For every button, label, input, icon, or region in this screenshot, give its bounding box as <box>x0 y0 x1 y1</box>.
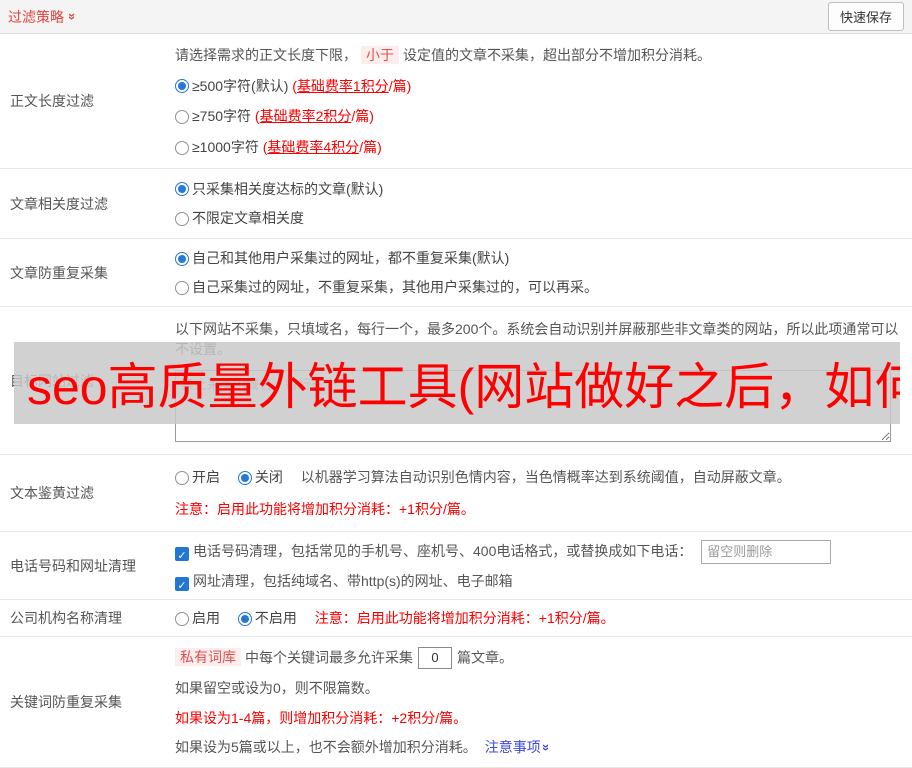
radio-checked-icon[interactable] <box>175 79 189 94</box>
radio-label: 不启用 <box>254 610 297 626</box>
fee-note: (基础费率1积分/篇) <box>288 77 412 94</box>
keyword-note-zero: 如果留空或设为0，则不限篇数。 <box>175 680 379 697</box>
radio-label: 关闭 <box>254 469 283 485</box>
row-label: 文章防重复采集 <box>10 264 108 281</box>
radio-option-500[interactable]: ≥500字符(默认) (基础费率1积分/篇) <box>175 76 902 96</box>
porn-description: 以机器学习算法自动识别色情内容，当色情概率达到系统阈值，自动屏蔽文章。 <box>300 469 791 485</box>
row-relevance-filter: 文章相关度过滤 只采集相关度达标的文章(默认) 不限定文章相关度 <box>0 169 912 239</box>
radio-option-dedup-self[interactable]: 自己采集过的网址，不重复采集，其他用户采集过的，可以再采。 <box>175 277 902 297</box>
radio-checked-icon[interactable] <box>237 611 252 626</box>
row-target-site-filter: 目标网站过滤 以下网站不采集，只填域名，每行一个，最多200个。系统会自动识别并… <box>0 307 912 455</box>
radio-label: 开启 <box>192 469 220 485</box>
checkbox-label: 电话号码清理，包括常见的手机号、座机号、400电话格式，或替换成如下电话： <box>193 543 693 560</box>
length-intro: 请选择需求的正文长度下限， 小于 设定值的文章不采集，超出部分不增加积分消耗。 <box>175 45 902 65</box>
page-title[interactable]: 过滤策略 » <box>8 7 81 27</box>
keyword-limit-suffix: 篇文章。 <box>457 649 513 666</box>
row-dedup-collection: 文章防重复采集 自己和其他用户采集过的网址，都不重复采集(默认) 自己采集过的网… <box>0 239 912 307</box>
radio-label: ≥1000字符 <box>192 139 259 156</box>
radio-checked-icon[interactable] <box>175 251 189 266</box>
blocked-domains-textarea[interactable] <box>175 370 891 443</box>
intro-post: 设定值的文章不采集，超出部分不增加积分消耗。 <box>403 46 711 63</box>
less-than-tag: 小于 <box>361 45 399 64</box>
radio-label: 自己和其他用户采集过的网址，都不重复采集(默认) <box>192 250 510 266</box>
checkbox-checked-icon[interactable] <box>175 576 189 591</box>
porn-cost-note: 注意：启用此功能将增加积分消耗：+1积分/篇。 <box>175 501 475 517</box>
row-label: 目标网站过滤 <box>10 372 94 389</box>
radio-label: 不限定文章相关度 <box>192 210 304 227</box>
checkbox-label: 网址清理，包括纯域名、带http(s)的网址、电子邮箱 <box>193 573 513 590</box>
replacement-phone-input[interactable] <box>701 539 832 564</box>
radio-option-750[interactable]: ≥750字符 (基础费率2积分/篇) <box>175 106 902 126</box>
radio-option-relevance-default[interactable]: 只采集相关度达标的文章(默认) <box>175 179 902 199</box>
fee-note: (基础费率4积分/篇) <box>258 139 382 156</box>
keyword-limit-text: 中每个关键词最多允许采集 <box>245 649 413 666</box>
url-cleanup-line: 网址清理，包括纯域名、带http(s)的网址、电子邮箱 <box>175 571 902 591</box>
company-options-line: 启用 不启用 注意：启用此功能将增加积分消耗：+1积分/篇。 <box>175 608 902 628</box>
row-porn-filter: 文本鉴黄过滤 开启 关闭 以机器学习算法自动识别色情内容，当色情概率达到系统阈值… <box>0 455 912 532</box>
checkbox-checked-icon[interactable] <box>175 546 189 561</box>
page-title-text: 过滤策略 <box>8 8 64 25</box>
keyword-limit-line: 私有词库中每个关键词最多允许采集 篇文章。 <box>175 646 902 669</box>
radio-icon[interactable] <box>175 611 189 626</box>
notice-link[interactable]: 注意事项» <box>484 739 554 756</box>
target-description: 以下网站不采集，只填域名，每行一个，最多200个。系统会自动识别并屏蔽那些非文章… <box>175 320 899 357</box>
radio-icon[interactable] <box>175 109 189 124</box>
radio-label: 启用 <box>192 610 220 626</box>
notice-link-text: 注意事项 <box>484 739 541 756</box>
row-label: 电话号码和网址清理 <box>10 557 136 574</box>
radio-label: 只采集相关度达标的文章(默认) <box>192 180 384 197</box>
radio-label: 自己采集过的网址，不重复采集，其他用户采集过的，可以再采。 <box>192 279 598 295</box>
radio-icon[interactable] <box>175 211 189 226</box>
radio-checked-icon[interactable] <box>175 182 189 197</box>
phone-cleanup-line: 电话号码清理，包括常见的手机号、座机号、400电话格式，或替换成如下电话： <box>175 539 902 564</box>
checkbox-option-phone[interactable]: 电话号码清理，包括常见的手机号、座机号、400电话格式，或替换成如下电话： <box>175 543 696 561</box>
filter-strategy-page: 过滤策略 » 快速保存 正文长度过滤 请选择需求的正文长度下限， 小于 设定值的文章… <box>0 0 912 768</box>
radio-option-porn-on[interactable]: 开启 <box>175 469 224 485</box>
keyword-note-cost: 如果设为1-4篇，则增加积分消耗：+2积分/篇。 <box>175 709 468 726</box>
double-chevron-down-icon: » <box>538 744 554 752</box>
radio-option-company-off[interactable]: 不启用 <box>237 610 301 626</box>
row-phone-url-cleanup: 电话号码和网址清理 电话号码清理，包括常见的手机号、座机号、400电话格式，或替… <box>0 532 912 600</box>
keyword-limit-input[interactable] <box>418 646 452 669</box>
topbar: 过滤策略 » 快速保存 <box>0 0 912 34</box>
row-keyword-dedup: 关键词防重复采集 私有词库中每个关键词最多允许采集 篇文章。 如果留空或设为0，则… <box>0 637 912 768</box>
checkbox-option-url[interactable]: 网址清理，包括纯域名、带http(s)的网址、电子邮箱 <box>175 573 513 591</box>
radio-icon[interactable] <box>175 470 189 485</box>
radio-option-1000[interactable]: ≥1000字符 (基础费率4积分/篇) <box>175 137 902 157</box>
row-label: 文本鉴黄过滤 <box>10 485 94 501</box>
row-label: 关键词防重复采集 <box>10 694 122 710</box>
quick-save-button[interactable]: 快速保存 <box>827 2 904 31</box>
porn-options-line: 开启 关闭 以机器学习算法自动识别色情内容，当色情概率达到系统阈值，自动屏蔽文章… <box>175 467 902 487</box>
radio-option-porn-off[interactable]: 关闭 <box>237 469 287 485</box>
row-company-name-cleanup: 公司机构名称清理 启用 不启用 注意：启用此功能将增加积分消耗：+1积分/篇。 <box>0 600 912 637</box>
company-cost-note: 注意：启用此功能将增加积分消耗：+1积分/篇。 <box>314 610 615 626</box>
private-lexicon-tag: 私有词库 <box>175 648 241 667</box>
row-label: 正文长度过滤 <box>10 93 94 109</box>
row-label: 公司机构名称清理 <box>10 610 122 626</box>
radio-option-relevance-any[interactable]: 不限定文章相关度 <box>175 208 902 228</box>
fee-note: (基础费率2积分/篇) <box>251 108 374 125</box>
radio-icon[interactable] <box>175 280 189 295</box>
keyword-note-five-text: 如果设为5篇或以上，也不会额外增加积分消耗。 <box>175 739 477 756</box>
row-body-length-filter: 正文长度过滤 请选择需求的正文长度下限， 小于 设定值的文章不采集，超出部分不增加积… <box>0 34 912 169</box>
row-label: 文章相关度过滤 <box>10 195 108 212</box>
radio-label: ≥500字符(默认) <box>192 77 289 94</box>
radio-checked-icon[interactable] <box>237 470 252 485</box>
double-chevron-down-icon: » <box>65 12 81 21</box>
radio-label: ≥750字符 <box>192 108 252 125</box>
intro-pre: 请选择需求的正文长度下限， <box>175 46 357 63</box>
radio-icon[interactable] <box>175 140 189 155</box>
radio-option-dedup-all[interactable]: 自己和其他用户采集过的网址，都不重复采集(默认) <box>175 248 902 268</box>
radio-option-company-on[interactable]: 启用 <box>175 610 224 626</box>
keyword-note-five: 如果设为5篇或以上，也不会额外增加积分消耗。 注意事项» <box>175 737 902 757</box>
